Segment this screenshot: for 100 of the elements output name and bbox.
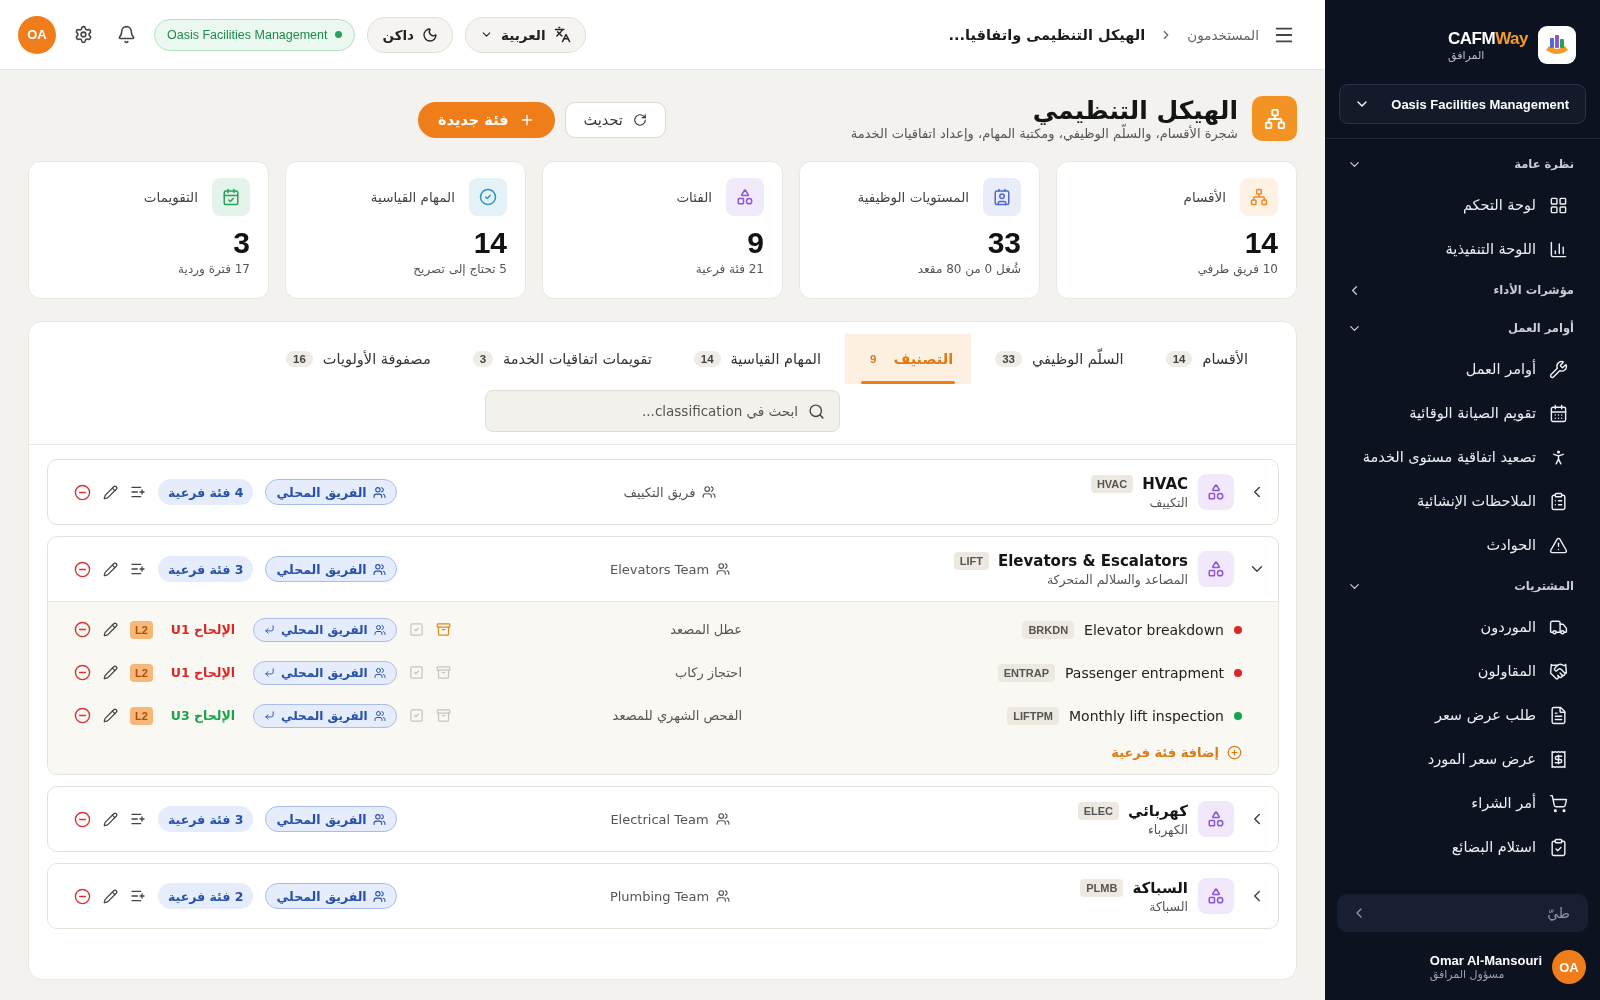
bar-chart-icon (1549, 239, 1568, 259)
nav-item[interactable]: أمر الشراء (1325, 781, 1600, 825)
remove-icon[interactable] (74, 560, 91, 578)
list-add-icon[interactable] (130, 811, 146, 827)
language-button[interactable]: العربية (465, 16, 586, 53)
local-team-tag: الفريق المحلي (253, 703, 397, 728)
nav-item[interactable]: تصعيد اتفاقية مستوى الخدمة (1325, 435, 1600, 479)
users-icon (373, 709, 386, 722)
shapes-icon (1198, 474, 1234, 510)
stat-note: 10 فريق طرفي (1196, 262, 1278, 276)
breadcrumb-item[interactable]: المستخدمون (1187, 26, 1259, 43)
search-icon (808, 402, 825, 420)
remove-icon[interactable] (74, 810, 91, 828)
local-team-tag: الفريق المحلي (265, 479, 397, 505)
remove-icon[interactable] (74, 887, 91, 905)
users-icon (702, 485, 717, 499)
nav-item[interactable]: طلب عرض سعر (1325, 693, 1600, 737)
nav-item[interactable]: المقاولون (1325, 649, 1600, 693)
edit-icon[interactable] (103, 888, 118, 904)
users-icon (372, 562, 386, 576)
users-icon (373, 666, 386, 679)
list-add-icon[interactable] (130, 484, 146, 500)
list-add-icon[interactable] (130, 888, 146, 904)
local-team-tag: الفريق المحلي (265, 556, 397, 582)
settings-icon (74, 25, 93, 44)
remove-icon[interactable] (74, 707, 91, 724)
status-dot (335, 31, 343, 38)
nav-item[interactable]: الملاحظات الإنشائية (1325, 479, 1600, 523)
edit-icon[interactable] (103, 665, 118, 680)
nav-item[interactable]: تقويم الصيانة الوقائية (1325, 391, 1600, 435)
users-icon (715, 812, 730, 826)
subcategory-name: Elevator breakdown (1084, 621, 1224, 638)
truck-icon (1549, 617, 1568, 637)
stat-label: التقويمات (143, 189, 198, 205)
category-subtitle: التكييف (1149, 494, 1188, 510)
refresh-button[interactable]: تحديث (564, 102, 666, 138)
receipt-icon (1549, 749, 1568, 769)
list-add-icon[interactable] (130, 561, 146, 577)
section-header[interactable]: نظرة عامة (1325, 145, 1600, 183)
nav-item[interactable]: لوحة التحكم (1325, 183, 1600, 227)
subcategory-code: LIFTPM (1007, 706, 1059, 725)
search-input[interactable]: ابحث في classification... (500, 402, 800, 420)
stat-value: 9 (746, 226, 764, 260)
subcategory-team: احتجاز ركاب (674, 665, 742, 680)
clipboard-check-icon (1549, 837, 1568, 857)
subcategory-name: Monthly lift inspection (1069, 707, 1224, 724)
stat-note: شُغل 0 من 80 مقعد (916, 262, 1021, 276)
nav-item[interactable]: اللوحة التنفيذية (1325, 227, 1600, 271)
level-tag: L2 (130, 663, 153, 682)
users-icon (372, 812, 386, 826)
remove-icon[interactable] (74, 664, 91, 681)
category-code: PLMB (1080, 878, 1124, 897)
edit-icon[interactable] (103, 484, 118, 500)
archive-icon[interactable] (435, 622, 451, 637)
subcategory-code: BRKDN (1022, 620, 1075, 639)
nav-item[interactable]: استلام البضائع (1325, 825, 1600, 869)
theme-button[interactable]: داكن (367, 16, 454, 53)
checkbox-icon[interactable] (408, 622, 424, 637)
shapes-icon (1198, 801, 1234, 837)
handshake-icon (1549, 661, 1568, 681)
edit-icon[interactable] (103, 561, 118, 577)
cart-icon (1549, 793, 1568, 813)
edit-icon[interactable] (103, 708, 118, 723)
edit-icon[interactable] (103, 622, 118, 637)
category-code: ELEC (1077, 801, 1119, 820)
checkbox-icon[interactable] (408, 708, 424, 723)
page-title: الهيكل التنظيمي (1031, 96, 1238, 125)
local-team-tag: الفريق المحلي (253, 617, 397, 642)
edit-icon[interactable] (103, 811, 118, 827)
users-icon (716, 889, 731, 903)
nav-item[interactable]: عرض سعر المورد (1325, 737, 1600, 781)
collapse-button[interactable]: طيّ (1337, 894, 1588, 932)
category-name: Elevators & Escalators (997, 551, 1188, 570)
section-header[interactable]: المشتريات (1325, 567, 1600, 605)
remove-icon[interactable] (74, 621, 91, 638)
section-header[interactable]: مؤشرات الأداء (1325, 271, 1600, 309)
team-name: Electrical Team (610, 811, 730, 827)
section-header[interactable]: أوامر العمل (1325, 309, 1600, 347)
stat-value: 33 (986, 226, 1021, 260)
search-field[interactable]: ابحث في classification... (485, 390, 840, 432)
local-team-tag: الفريق المحلي (265, 883, 397, 909)
checkbox-icon[interactable] (408, 665, 424, 680)
wrench-icon (1549, 359, 1568, 379)
category-name: كهربائي (1127, 801, 1188, 820)
organization-select[interactable]: Oasis Facilities Management (1339, 84, 1586, 124)
nav-item[interactable]: الموردون (1325, 605, 1600, 649)
priority-label: الإلحاح U1 (170, 665, 236, 680)
calendar-icon (1549, 403, 1568, 423)
return-arrow-icon (264, 667, 276, 678)
stat-value: 14 (472, 226, 507, 260)
stat-value: 14 (1243, 226, 1278, 260)
stat-note: 5 تحتاج إلى تصريح (412, 262, 507, 276)
nav-item[interactable]: الحوادث (1325, 523, 1600, 567)
remove-icon[interactable] (74, 483, 91, 501)
plus-circle-icon (1227, 745, 1242, 760)
return-arrow-icon (264, 710, 276, 721)
document-icon (1549, 705, 1568, 725)
nav-item[interactable]: أوامر العمل (1325, 347, 1600, 391)
users-icon (372, 889, 386, 903)
local-team-tag: الفريق المحلي (253, 660, 397, 685)
